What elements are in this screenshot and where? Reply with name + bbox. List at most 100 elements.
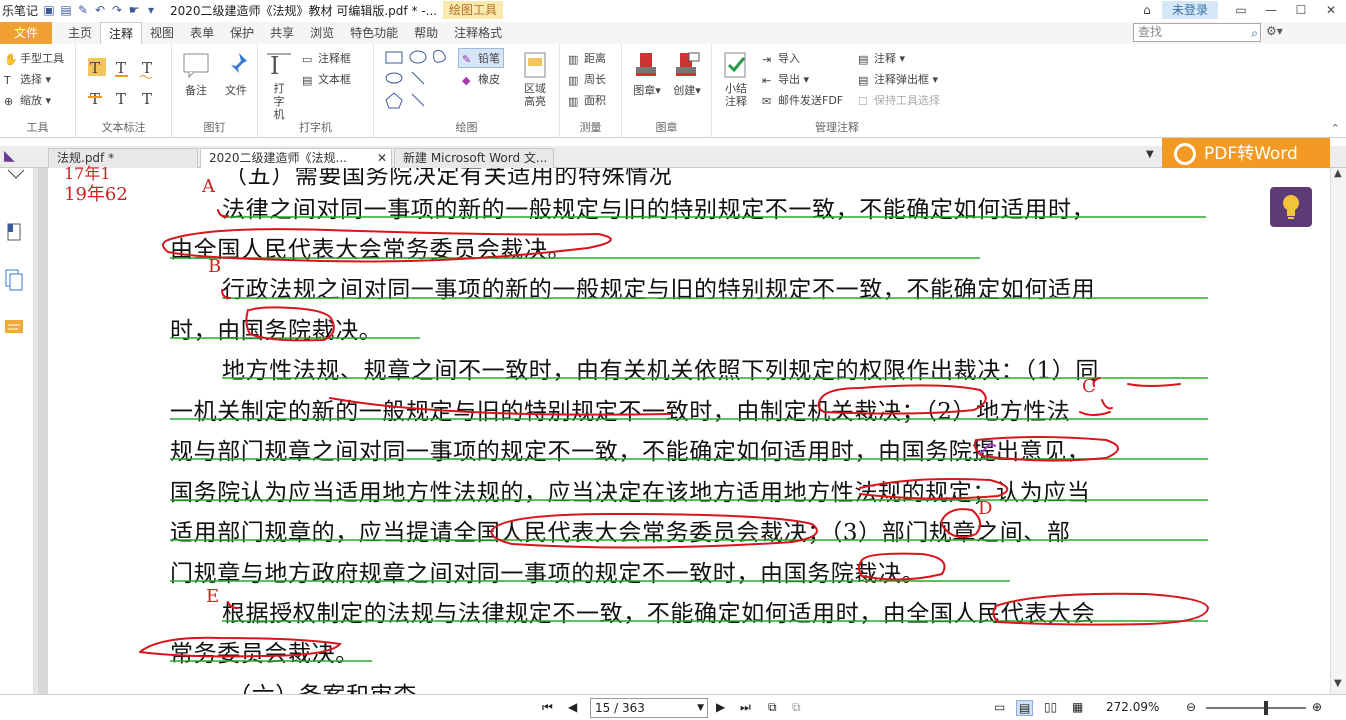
tab-comment-format[interactable]: 注释格式	[446, 22, 510, 44]
oval-icon	[409, 50, 427, 64]
zoom-slider[interactable]	[1206, 707, 1306, 709]
export-button[interactable]: ⇤ 导出 ▾	[762, 71, 809, 87]
restore-ribbon-icon[interactable]: ▭	[1226, 3, 1256, 17]
zoom-out-icon[interactable]: ⊖	[1186, 700, 1196, 714]
pdf-to-word-button[interactable]: PDF转Word	[1162, 138, 1330, 170]
home-icon[interactable]: ⌂	[1132, 3, 1162, 17]
area-highlight-button[interactable]: 区域高亮	[518, 50, 552, 108]
print-icon[interactable]: ▤	[59, 3, 73, 17]
tab-protect[interactable]: 保护	[222, 22, 262, 44]
tab-comment[interactable]: 注释	[100, 22, 143, 44]
view-icon-1[interactable]: ⧉	[768, 700, 777, 715]
area-highlight-label: 区域高亮	[524, 82, 546, 108]
quick-access-toolbar: ▣ ▤ ✎ ↶ ↷ ☛ ▾	[42, 3, 158, 17]
zoom-in-icon[interactable]: ⊕	[1312, 700, 1322, 714]
continuous-view-icon[interactable]: ▤	[1016, 700, 1034, 716]
doc-tab-3-label: 新建 Microsoft Word 文...	[403, 151, 548, 165]
tab-file[interactable]: 文件	[0, 22, 53, 44]
popup-notes-label: 注释弹出框	[874, 73, 929, 86]
close-tab-icon[interactable]: ✕	[377, 149, 387, 167]
doc-tab-2[interactable]: 2020二级建造师《法规... ✕	[200, 148, 392, 168]
app-logo-icon: ◣	[4, 148, 15, 164]
callout-button[interactable]: ▭ 注释框	[302, 50, 351, 66]
doc-line-1: 法律之间对同一事项的新的一般规定与旧的特别规定不一致，不能确定如何适用时，	[222, 197, 1096, 223]
keep-tool-selected-button[interactable]: ☐ 保持工具选择	[858, 92, 940, 108]
import-label: 导入	[778, 52, 800, 65]
search-input[interactable]: 查找 ⌕	[1133, 23, 1261, 42]
zoom-button[interactable]: ⊕ 缩放 ▾	[4, 92, 51, 108]
scroll-down-icon[interactable]: ▼	[1334, 678, 1342, 689]
tab-help[interactable]: 帮助	[406, 22, 446, 44]
login-button[interactable]: 未登录	[1161, 1, 1218, 19]
distance-label: 距离	[584, 52, 606, 65]
tab-view[interactable]: 视图	[142, 22, 182, 44]
doc-line-11: 根据授权制定的法规与法律规定不一致，不能确定如何适用时，由全国人民代表大会	[222, 601, 1096, 627]
nav-icons	[5, 169, 25, 333]
area-icon: ▥	[568, 95, 579, 108]
redo-icon[interactable]: ↷	[110, 3, 124, 17]
email-fdf-button[interactable]: ✉ 邮件发送FDF	[762, 92, 843, 108]
first-page-icon[interactable]: ⏮	[542, 700, 553, 715]
tab-list-dropdown-icon[interactable]: ▼	[1146, 149, 1154, 160]
pencil-button[interactable]: ✎ 铅笔	[458, 48, 504, 68]
group-typewriter: I 打字机 ▭ 注释框 ▤ 文本框 打字机	[258, 44, 374, 138]
page-number-field[interactable]: 15 / 363 ▼	[590, 698, 708, 718]
minimize-icon[interactable]: —	[1256, 3, 1286, 17]
tab-home[interactable]: 主页	[60, 22, 100, 44]
page-dropdown-icon[interactable]: ▼	[697, 699, 704, 717]
hand-tool-icon[interactable]: ☛	[127, 3, 141, 17]
next-page-icon[interactable]: ▶	[716, 700, 725, 714]
textbox-button[interactable]: ▤ 文本框	[302, 71, 351, 87]
area-button[interactable]: ▥ 面积	[568, 92, 606, 108]
doc-line-9: 适用部门规章的，应当提请全国人民代表大会常务委员会裁决；（3）部门规章之间、部	[170, 520, 1071, 546]
select-button[interactable]: T 选择 ▾	[4, 71, 51, 87]
typewriter-button[interactable]: I 打字机	[264, 50, 294, 121]
underline-text-icon: T	[116, 59, 126, 77]
single-page-view-icon[interactable]: ▭	[994, 700, 1005, 714]
summarize-comments-button[interactable]: 小结注释	[718, 50, 754, 108]
pdf-editor-window: 乐笔记 ▣ ▤ ✎ ↶ ↷ ☛ ▾ 2020二级建造师《法规》教材 可编辑版.p…	[0, 0, 1346, 720]
tab-browse[interactable]: 浏览	[302, 22, 342, 44]
tab-form[interactable]: 表单	[182, 22, 222, 44]
maximize-icon[interactable]: ☐	[1286, 3, 1316, 17]
save-icon[interactable]: ▣	[42, 3, 56, 17]
import-icon: ⇥	[762, 53, 772, 66]
group-drawing-label: 绘图	[455, 121, 478, 134]
dropdown-icon[interactable]: ▾	[144, 3, 158, 17]
summarize-icon	[724, 52, 746, 78]
tab-share[interactable]: 共享	[262, 22, 302, 44]
drawing-tools-context-tab[interactable]: 绘图工具	[443, 1, 504, 19]
scroll-up-icon[interactable]: ▲	[1334, 168, 1342, 179]
close-icon[interactable]: ✕	[1316, 3, 1346, 17]
view-icon-2[interactable]: ⧉	[792, 700, 801, 715]
rectangle-icon	[385, 51, 403, 64]
tab-features[interactable]: 特色功能	[342, 22, 406, 44]
edit-icon[interactable]: ✎	[76, 3, 90, 17]
tips-button[interactable]	[1270, 187, 1312, 227]
import-button[interactable]: ⇥ 导入	[762, 50, 800, 66]
file-attach-button[interactable]: 文件	[218, 50, 254, 98]
undo-icon[interactable]: ↶	[93, 3, 107, 17]
previous-page-icon[interactable]: ◀	[568, 700, 577, 714]
zoom-slider-thumb[interactable]	[1264, 701, 1268, 715]
facing-view-icon[interactable]: ▯▯	[1044, 700, 1057, 714]
eraser-button[interactable]: ◆ 橡皮	[462, 71, 500, 87]
gear-icon[interactable]: ⚙▾	[1266, 24, 1283, 38]
comments-button[interactable]: ▤ 注释 ▾	[858, 50, 905, 66]
collapse-ribbon-icon[interactable]: ⌃	[1331, 122, 1340, 135]
hand-icon: ✋	[4, 53, 18, 66]
perimeter-button[interactable]: ▥ 周长	[568, 71, 606, 87]
last-page-icon[interactable]: ⏭	[740, 700, 751, 715]
search-icon[interactable]: ⌕	[1251, 25, 1258, 42]
doc-tab-3[interactable]: 新建 Microsoft Word 文...	[394, 148, 554, 168]
line-icon	[411, 93, 425, 107]
hand-tool-button[interactable]: ✋ 手型工具	[4, 50, 64, 66]
export-label: 导出	[778, 73, 800, 86]
note-button[interactable]: 备注	[178, 50, 214, 98]
vertical-scrollbar[interactable]: ▲ ▼	[1330, 168, 1346, 696]
popup-notes-button[interactable]: ▤ 注释弹出框 ▾	[858, 71, 938, 87]
distance-button[interactable]: ▥ 距离	[568, 50, 606, 66]
fit-width-icon[interactable]: ▦	[1072, 700, 1083, 714]
stamp-button[interactable]: 图章▾	[630, 50, 664, 98]
create-stamp-button[interactable]: 创建▾	[670, 50, 704, 98]
